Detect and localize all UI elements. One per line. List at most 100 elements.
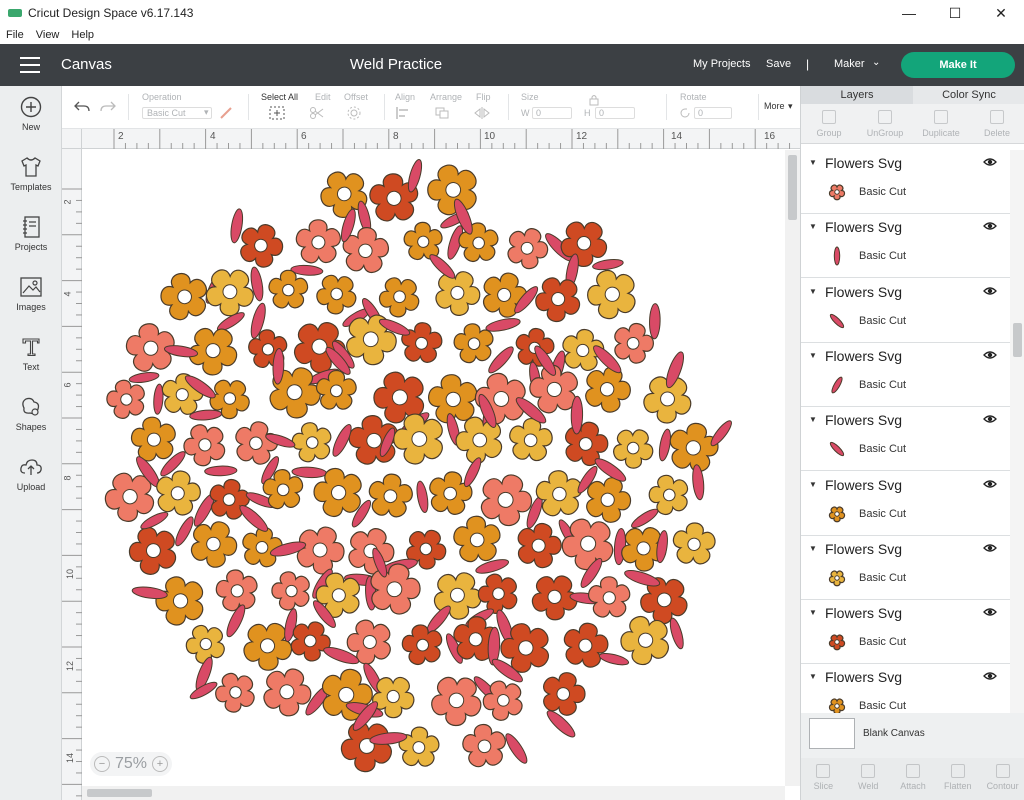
select-all-label[interactable]: Select All [261, 92, 298, 102]
flower-shape[interactable] [315, 274, 358, 316]
minimize-button[interactable]: — [886, 0, 932, 26]
flower-shape[interactable] [533, 665, 591, 724]
expand-arrow-icon[interactable]: ▼ [809, 608, 817, 617]
menu-view[interactable]: View [36, 29, 60, 41]
expand-arrow-icon[interactable]: ▼ [809, 222, 817, 231]
petal-shape[interactable] [485, 316, 521, 334]
scroll-thumb[interactable] [1013, 323, 1022, 357]
petal-shape[interactable] [474, 557, 510, 576]
petal-shape[interactable] [131, 585, 168, 600]
canvas-horizontal-scrollbar[interactable] [82, 786, 785, 800]
layer-thumbnail-flower[interactable] [828, 698, 846, 715]
layer-row[interactable]: ▼ Flowers Svg Basic Cut [801, 472, 1010, 536]
flower-shape[interactable] [377, 276, 421, 319]
flower-shape[interactable] [391, 721, 446, 776]
sidebar-item-new[interactable]: New [0, 94, 62, 132]
layer-thumbnail-flower[interactable] [828, 634, 846, 651]
scroll-thumb[interactable] [788, 155, 797, 220]
eye-icon[interactable] [983, 413, 997, 425]
petal-shape[interactable] [406, 158, 425, 193]
layer-row[interactable]: ▼ Flowers Svg Basic Cut [801, 407, 1010, 472]
blank-canvas-swatch[interactable] [809, 718, 855, 749]
contour-button[interactable]: Contour [980, 758, 1024, 800]
flower-shape[interactable] [360, 467, 420, 527]
layer-thumbnail-flower[interactable] [828, 570, 846, 587]
layer-thumbnail-petal[interactable] [829, 441, 846, 458]
petal-shape[interactable] [204, 465, 238, 477]
expand-arrow-icon[interactable]: ▼ [809, 480, 817, 489]
flower-shape[interactable] [213, 671, 258, 715]
expand-arrow-icon[interactable]: ▼ [809, 287, 817, 296]
eye-icon[interactable] [983, 542, 997, 554]
tab-color-sync[interactable]: Color Sync [913, 86, 1024, 104]
layer-row[interactable]: ▼ Flowers Svg Basic Cut [801, 279, 1010, 343]
scissors-icon[interactable] [309, 106, 325, 120]
menu-file[interactable]: File [6, 29, 24, 41]
canvas-vertical-scrollbar[interactable] [785, 150, 800, 786]
my-projects-link[interactable]: My Projects [693, 58, 750, 70]
layer-row[interactable]: ▼ Flowers Svg Basic Cut [801, 150, 1010, 214]
eye-icon[interactable] [983, 478, 997, 490]
petal-shape[interactable] [657, 428, 672, 462]
petal-shape[interactable] [649, 303, 661, 340]
flower-shape[interactable] [287, 213, 348, 273]
undo-icon[interactable] [74, 100, 90, 114]
arrange-icon[interactable] [434, 106, 450, 120]
flower-shape[interactable] [583, 267, 641, 324]
flower-shape[interactable] [267, 568, 315, 616]
flower-shape[interactable] [533, 276, 582, 324]
align-icon[interactable] [395, 106, 411, 120]
petal-shape[interactable] [173, 515, 197, 548]
layer-row[interactable]: ▼ Flowers Svg Basic Cut [801, 214, 1010, 279]
rotate-icon[interactable] [679, 107, 691, 119]
attach-button[interactable]: Attach [891, 758, 936, 800]
flower-shape[interactable] [664, 516, 722, 574]
expand-arrow-icon[interactable]: ▼ [809, 415, 817, 424]
layer-thumbnail-flower[interactable] [828, 505, 846, 522]
eye-icon[interactable] [983, 285, 997, 297]
group-button[interactable]: Group [801, 104, 857, 143]
flower-shape[interactable] [396, 620, 448, 672]
flower-shape[interactable] [422, 161, 484, 222]
petal-shape[interactable] [668, 617, 686, 650]
zoom-out-button[interactable]: − [94, 756, 110, 772]
pen-icon[interactable] [219, 106, 233, 120]
flower-shape[interactable] [500, 412, 559, 471]
expand-arrow-icon[interactable]: ▼ [809, 672, 817, 681]
petal-shape[interactable] [592, 258, 624, 272]
scroll-thumb[interactable] [87, 789, 152, 797]
sidebar-item-shapes[interactable]: Shapes [0, 394, 62, 432]
sidebar-item-templates[interactable]: Templates [0, 154, 62, 192]
menu-help[interactable]: Help [71, 29, 94, 41]
flower-shape[interactable] [181, 422, 229, 469]
eye-icon[interactable] [983, 349, 997, 361]
layer-thumbnail-petal[interactable] [829, 312, 846, 329]
redo-icon[interactable] [100, 100, 116, 114]
flower-design[interactable] [82, 150, 800, 800]
blank-canvas-row[interactable]: Blank Canvas [801, 713, 1024, 758]
flower-shape[interactable] [102, 376, 151, 424]
eye-icon[interactable] [983, 670, 997, 682]
expand-arrow-icon[interactable]: ▼ [809, 158, 817, 167]
make-it-button[interactable]: Make It [901, 52, 1015, 78]
sidebar-item-images[interactable]: Images [0, 274, 62, 312]
layer-row[interactable]: ▼ Flowers Svg Basic Cut [801, 600, 1010, 665]
lock-icon[interactable] [589, 94, 599, 106]
flower-shape[interactable] [205, 269, 254, 317]
offset-icon[interactable] [346, 106, 362, 120]
layers-scrollbar[interactable] [1010, 150, 1024, 716]
flower-shape[interactable] [608, 424, 657, 474]
layer-thumbnail-petal[interactable] [833, 246, 841, 266]
layer-row[interactable]: ▼ Flowers Svg Basic Cut [801, 343, 1010, 407]
duplicate-button[interactable]: Duplicate [913, 104, 969, 143]
flower-shape[interactable] [431, 677, 482, 727]
flower-shape[interactable] [242, 325, 294, 376]
flower-shape[interactable] [455, 719, 513, 776]
slice-button[interactable]: Slice [801, 758, 846, 800]
chevron-down-icon[interactable]: ⌄ [872, 57, 880, 68]
petal-shape[interactable] [502, 731, 530, 766]
petal-shape[interactable] [128, 371, 160, 385]
save-link[interactable]: Save [766, 58, 791, 70]
sidebar-item-text[interactable]: Text [0, 334, 62, 372]
design-canvas[interactable] [82, 150, 800, 800]
